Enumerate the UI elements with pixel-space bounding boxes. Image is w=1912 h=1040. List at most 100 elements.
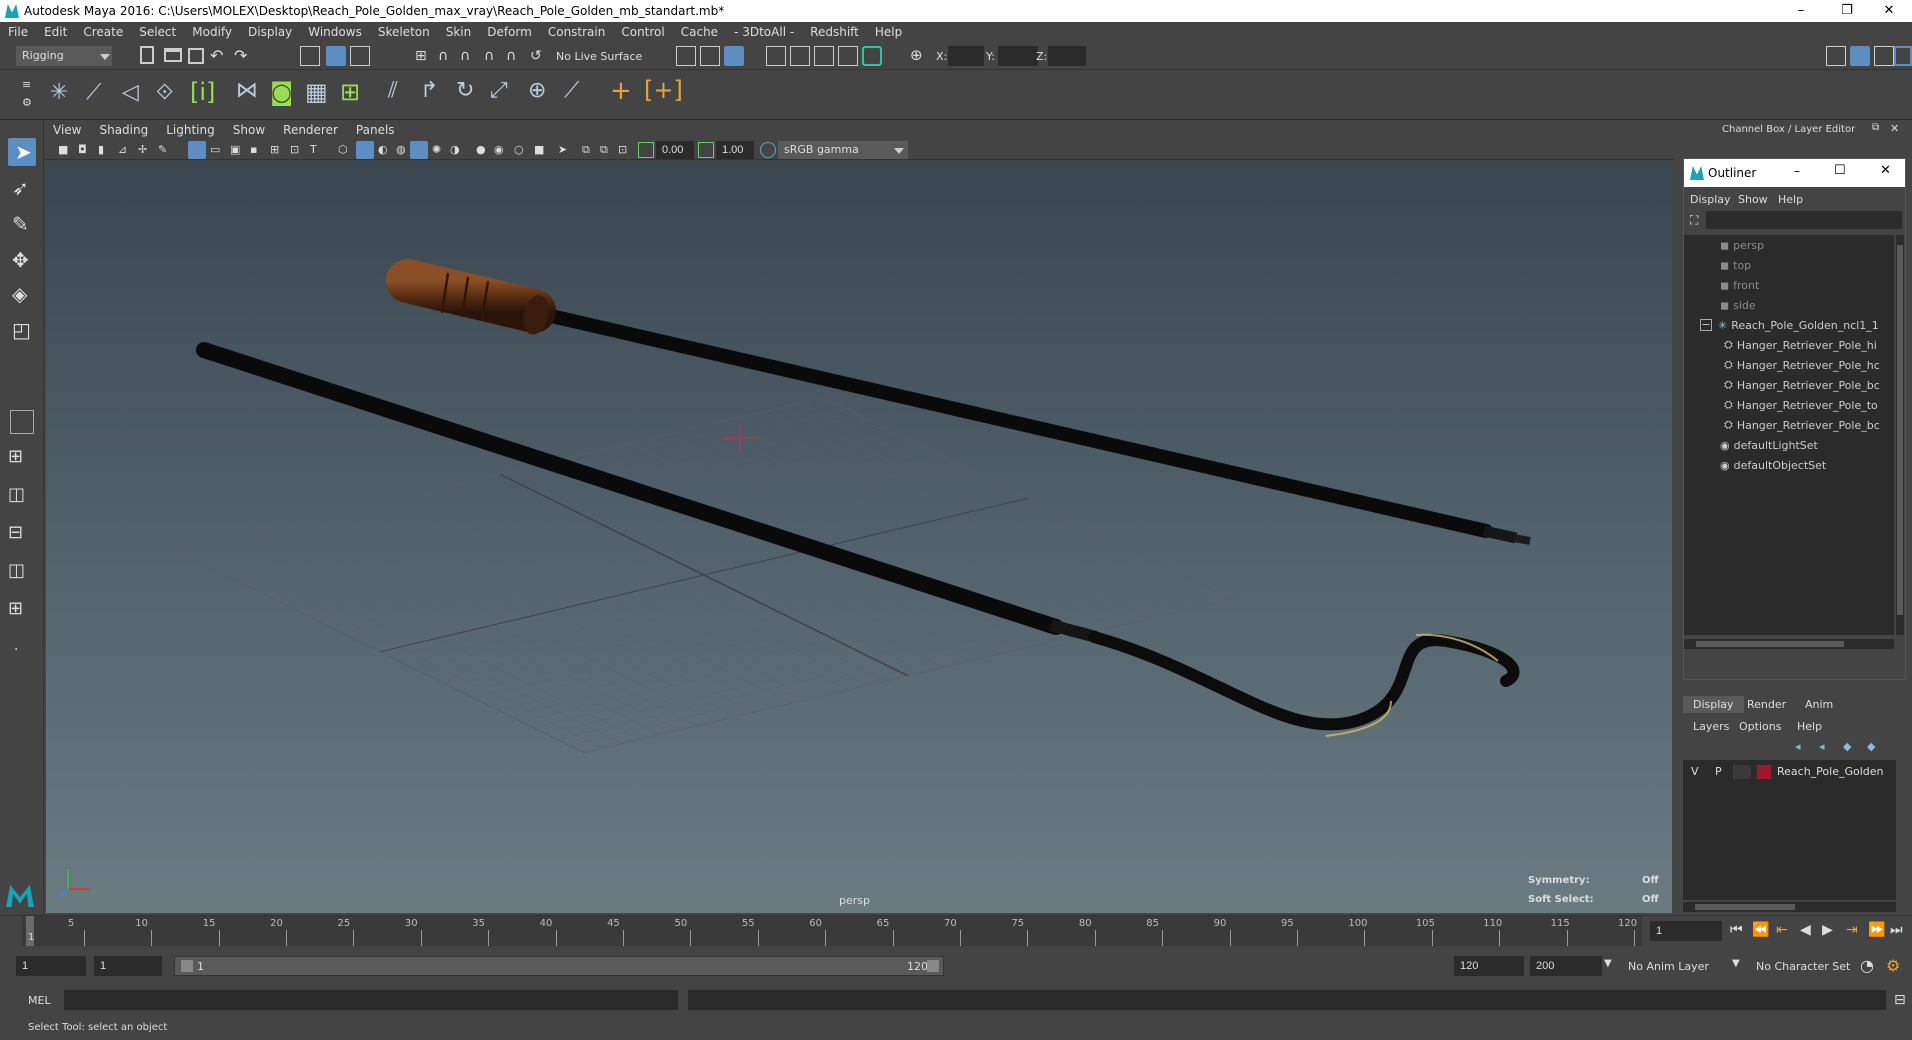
paint-weights-icon[interactable]: ⋈ [236, 78, 258, 103]
step-back-icon[interactable]: ⏪ [1752, 922, 1769, 938]
color-management-icon[interactable] [760, 142, 776, 158]
outliner-item-mesh[interactable]: ⛭ Hanger_Retriever_Pole_to [1724, 395, 1878, 415]
end-time-field[interactable] [1530, 956, 1602, 976]
ik-spline-icon[interactable]: ◁ [122, 80, 139, 105]
snap-surface-icon[interactable]: ∩ [506, 48, 516, 64]
play-backward-icon[interactable]: ◀ [1800, 922, 1811, 938]
resolution-gate-icon[interactable]: ▣ [230, 143, 240, 156]
layout-more-icon[interactable]: · [14, 642, 18, 658]
tool-settings-toggle-icon[interactable] [1894, 46, 1912, 66]
new-layer-selected-icon[interactable]: ◆ [1867, 740, 1875, 753]
gate-mask-icon[interactable]: ▪ [250, 143, 257, 156]
render-current-icon[interactable] [700, 46, 720, 66]
paint-select-icon[interactable]: ✎ [12, 212, 29, 236]
move-layer-up-icon[interactable]: ◂ [1795, 740, 1801, 753]
panel-close-icon[interactable]: ✕ [1890, 122, 1899, 135]
y-field[interactable] [998, 46, 1038, 66]
snap-view-icon[interactable]: ∩ [484, 48, 494, 64]
grease-pencil-icon[interactable]: ✎ [158, 143, 167, 156]
menu-constrain[interactable]: Constrain [540, 25, 614, 39]
lasso-tool-icon[interactable]: ➶ [12, 176, 29, 200]
viewport-menu-shading[interactable]: Shading [90, 123, 157, 137]
persp-outliner-layout-icon[interactable]: ◫ [8, 484, 25, 505]
aim-constraint-icon[interactable]: ↱ [420, 78, 438, 103]
cluster-icon[interactable]: ▦ [305, 78, 328, 106]
viewport-menu-view[interactable]: View [44, 123, 90, 137]
collapse-icon[interactable]: − [1700, 319, 1712, 331]
open-scene-icon[interactable] [164, 48, 182, 62]
close-button[interactable]: ✕ [1866, 0, 1912, 22]
outliner-item-side[interactable]: ◼ side [1720, 295, 1756, 315]
range-track[interactable]: 1 120 [174, 956, 944, 976]
scale-constraint-icon[interactable]: ⤢ [490, 78, 508, 103]
hypershade-layout-icon[interactable]: ◫ [8, 560, 25, 581]
rotate-tool-icon[interactable]: ◈ [12, 282, 27, 306]
parent-constraint-icon[interactable]: ⊕ [528, 78, 546, 103]
default-material-icon[interactable]: ◐ [378, 143, 388, 156]
outliner-item-top[interactable]: ◼ top [1720, 255, 1751, 275]
menu-skin[interactable]: Skin [438, 25, 480, 39]
pole-vector-icon[interactable]: ⟋ [564, 78, 579, 103]
layer-tab-render[interactable]: Render [1747, 698, 1786, 711]
shadows-icon[interactable]: ◑ [450, 143, 460, 156]
range-start-handle[interactable] [181, 960, 193, 972]
menu-help[interactable]: Help [867, 25, 910, 39]
layer-type-toggle[interactable] [1733, 765, 1751, 779]
auto-key-icon[interactable]: ◔ [1860, 956, 1874, 975]
step-forward-key-icon[interactable]: ⇥ [1846, 922, 1858, 938]
layer-name[interactable]: Reach_Pole_Golden [1777, 765, 1884, 778]
step-back-key-icon[interactable]: ⇤ [1776, 922, 1788, 938]
lattice-icon[interactable]: ◙ [270, 78, 293, 106]
redshift-icon[interactable] [862, 46, 882, 66]
select-by-hierarchy-icon[interactable] [326, 46, 346, 66]
outliner-item-group[interactable]: − ✳ Reach_Pole_Golden_ncl1_1 [1700, 315, 1879, 335]
restore-button[interactable]: ❐ [1824, 0, 1870, 22]
bookmarks-icon[interactable]: ▮ [98, 143, 104, 156]
camera-attributes-icon[interactable]: ◘ [78, 143, 87, 156]
xray-joints-icon[interactable]: ⧉ [582, 143, 590, 157]
xray-icon[interactable] [410, 141, 428, 159]
gamma-field[interactable] [716, 141, 754, 159]
outliner-vscrollbar[interactable] [1896, 235, 1904, 635]
command-input[interactable] [64, 990, 678, 1010]
wireframe-on-shaded-icon[interactable]: ◍ [396, 143, 406, 156]
viewport-menu-lighting[interactable]: Lighting [157, 123, 224, 137]
layer-menu-help[interactable]: Help [1797, 720, 1822, 733]
2d-pan-zoom-icon[interactable]: ✢ [138, 143, 147, 156]
ipr-render-icon[interactable] [724, 46, 744, 66]
outliner-item-object-set[interactable]: ◉ defaultObjectSet [1720, 455, 1826, 475]
play-forward-icon[interactable]: ▶ [1822, 922, 1833, 938]
wireframe-icon[interactable]: ⬡ [338, 143, 348, 156]
modeling-toolkit-icon[interactable] [1826, 46, 1846, 66]
transform-mode-icon[interactable]: ⊕ [910, 46, 923, 64]
script-language-toggle[interactable]: MEL [28, 994, 51, 1007]
menu-3dtoall[interactable]: - 3DtoAll - [726, 25, 802, 39]
render-settings-icon[interactable] [766, 46, 786, 66]
perspective-viewport[interactable]: persp Symmetry: Off Soft Select: Off [46, 161, 1672, 913]
snap-grid-icon[interactable]: ⊞ [415, 48, 427, 64]
outliner-item-light-set[interactable]: ◉ defaultLightSet [1720, 435, 1818, 455]
hud-icon[interactable]: ⊡ [618, 143, 627, 156]
layer-visibility-toggle[interactable]: V [1691, 765, 1699, 778]
filter-icon[interactable]: ⛶ [1690, 213, 1698, 228]
gamma-icon[interactable] [698, 142, 714, 158]
channel-box-toggle-icon[interactable] [1850, 46, 1870, 66]
character-set-select[interactable]: No Character Set [1756, 960, 1850, 973]
move-layer-down-icon[interactable]: ◂ [1819, 740, 1825, 753]
layer-color-swatch[interactable] [1757, 765, 1771, 779]
menu-select[interactable]: Select [131, 25, 184, 39]
field-chart-icon[interactable]: ⊞ [270, 143, 279, 156]
menu-redshift[interactable]: Redshift [802, 25, 867, 39]
mode-selector[interactable]: Rigging [16, 46, 112, 66]
point-constraint-icon[interactable]: ⫽ [388, 78, 398, 103]
viewport-menu-renderer[interactable]: Renderer [274, 123, 347, 137]
render-sequence-icon[interactable] [838, 46, 858, 66]
outliner-item-mesh[interactable]: ⛭ Hanger_Retriever_Pole_hc [1724, 355, 1880, 375]
current-frame-field[interactable] [1650, 921, 1722, 941]
menu-windows[interactable]: Windows [300, 25, 370, 39]
shelf-settings-icon[interactable]: ⚙ [22, 96, 32, 109]
snap-live-icon[interactable]: ↺ [530, 48, 542, 64]
smooth-shade-icon[interactable] [356, 141, 374, 159]
outliner-search-input[interactable] [1706, 211, 1902, 229]
playback-end-field[interactable] [1454, 956, 1524, 976]
